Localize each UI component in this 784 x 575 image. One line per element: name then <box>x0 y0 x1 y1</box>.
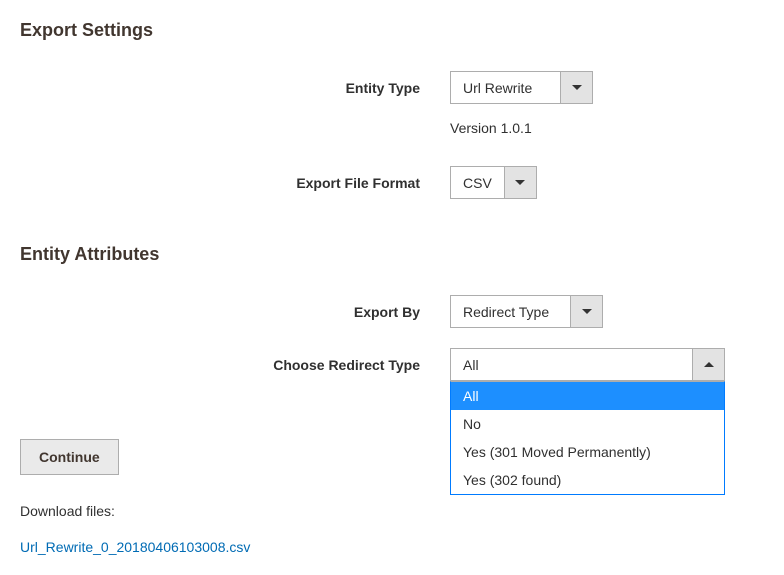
export-file-format-select[interactable]: CSV <box>450 166 537 199</box>
chevron-down-icon <box>582 309 592 314</box>
entity-type-select[interactable]: Url Rewrite <box>450 71 593 104</box>
download-file-link[interactable]: Url_Rewrite_0_20180406103008.csv <box>20 539 250 555</box>
entity-type-value: Url Rewrite <box>450 71 560 104</box>
row-redirect-type: Choose Redirect Type All All No Yes (301… <box>20 348 764 381</box>
export-file-format-dropdown-button[interactable] <box>504 166 537 199</box>
entity-type-dropdown-button[interactable] <box>560 71 593 104</box>
label-export-by: Export By <box>20 304 450 320</box>
label-redirect-type: Choose Redirect Type <box>20 357 450 373</box>
continue-button[interactable]: Continue <box>20 439 119 475</box>
label-entity-type: Entity Type <box>20 80 450 96</box>
redirect-type-dropdown-button[interactable] <box>692 348 725 381</box>
version-text: Version 1.0.1 <box>450 120 532 136</box>
export-by-select[interactable]: Redirect Type <box>450 295 603 328</box>
row-export-by: Export By Redirect Type <box>20 295 764 328</box>
redirect-type-option[interactable]: No <box>451 410 724 438</box>
redirect-type-select[interactable]: All <box>450 348 725 381</box>
chevron-up-icon <box>704 362 714 367</box>
label-export-file-format: Export File Format <box>20 175 450 191</box>
download-files-label: Download files: <box>20 503 764 519</box>
redirect-type-option[interactable]: Yes (301 Moved Permanently) <box>451 438 724 466</box>
row-version: Version 1.0.1 <box>20 120 764 136</box>
row-entity-type: Entity Type Url Rewrite <box>20 71 764 104</box>
export-file-format-value: CSV <box>450 166 504 199</box>
redirect-type-option[interactable]: Yes (302 found) <box>451 466 724 494</box>
section-title-export-settings: Export Settings <box>20 20 764 41</box>
chevron-down-icon <box>572 85 582 90</box>
row-export-file-format: Export File Format CSV <box>20 166 764 199</box>
redirect-type-dropdown-list: All No Yes (301 Moved Permanently) Yes (… <box>450 381 725 495</box>
export-by-dropdown-button[interactable] <box>570 295 603 328</box>
redirect-type-option[interactable]: All <box>451 382 724 410</box>
chevron-down-icon <box>515 180 525 185</box>
section-title-entity-attributes: Entity Attributes <box>20 244 764 265</box>
export-by-value: Redirect Type <box>450 295 570 328</box>
redirect-type-value: All <box>450 348 692 381</box>
